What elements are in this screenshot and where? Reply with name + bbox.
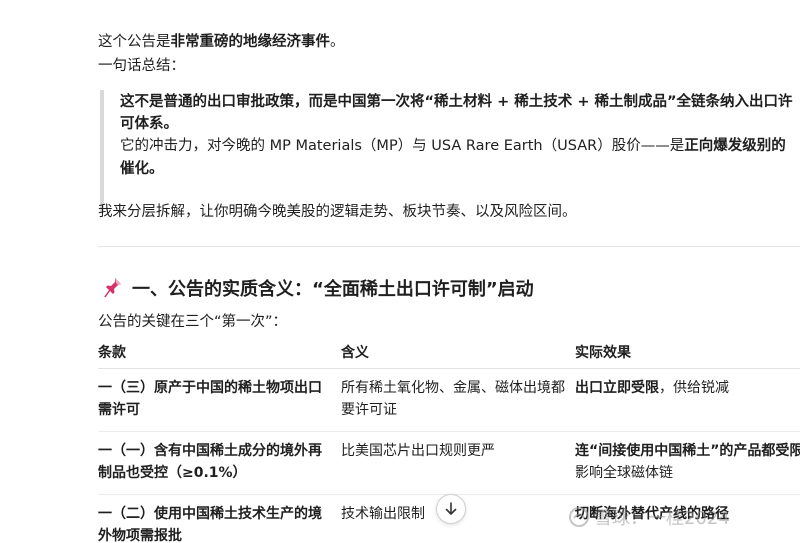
outro-text: 我来分层拆解，让你明确今晚美股的逻辑走势、板块节奏、以及风险区间。 xyxy=(98,204,577,220)
section-subtitle: 公告的关键在三个“第一次”： xyxy=(98,314,288,330)
table-row: 一（三）原产于中国的稀土物项出口 需许可 所有稀土氧化物、金属、磁体出境都 要许… xyxy=(98,369,800,432)
clause-line: 需许可 xyxy=(98,402,140,418)
clause-cell: 一（一）含有中国稀土成分的境外再 制品也受控（≥0.1%） xyxy=(98,440,322,484)
meaning-cell: 技术输出限制 xyxy=(341,503,425,525)
intro-line-2: 一句话总结： xyxy=(98,58,185,74)
effect-cell: 出口立即受限，供给锐减 xyxy=(575,377,729,399)
clause-line: 一（三）原产于中国的稀土物项出口 xyxy=(98,380,322,396)
quote-bold-line-4: 催化。 xyxy=(120,161,164,177)
quote-line-3: 它的冲击力，对今晚的 MP Materials（MP）与 USA Rare Ea… xyxy=(120,134,786,158)
section-divider xyxy=(98,246,800,247)
meaning-line: 所有稀土氧化物、金属、磁体出境都 xyxy=(341,380,565,396)
clause-line: 一（二）使用中国稀土技术生产的境 xyxy=(98,506,322,522)
header-effect: 实际效果 xyxy=(575,345,631,361)
quote-line-3-text: 它的冲击力，对今晚的 MP Materials（MP）与 USA Rare Ea… xyxy=(120,138,685,154)
quote-bold-line-1: 这不是普通的出口审批政策，而是中国第一次将“稀土材料 + 稀土技术 + 稀土制成… xyxy=(120,94,793,110)
clause-line: 外物项需报批 xyxy=(98,528,182,543)
snowball-logo-icon xyxy=(569,507,589,527)
effect-emphasis: 出口立即受限 xyxy=(575,380,659,396)
section-title: 一、公告的实质含义：“全面稀土出口许可制”启动 xyxy=(132,279,534,300)
quote-bold-line-2: 可体系。 xyxy=(120,116,178,132)
summary-blockquote: 这不是普通的出口审批政策，而是中国第一次将“稀土材料 + 稀土技术 + 稀土制成… xyxy=(100,90,800,212)
header-meaning: 含义 xyxy=(341,345,369,361)
section-heading: 一、公告的实质含义：“全面稀土出口许可制”启动 xyxy=(102,274,534,302)
effect-emphasis: 连“间接使用中国稀土”的产品都受限 xyxy=(575,443,800,459)
table-row: 一（一）含有中国稀土成分的境外再 制品也受控（≥0.1%） 比美国芯片出口规则更… xyxy=(98,432,800,495)
meaning-line: 比美国芯片出口规则更严 xyxy=(341,443,495,459)
clause-line: 一（一）含有中国稀土成分的境外再 xyxy=(98,443,322,459)
clause-line: 制品也受控（≥0.1%） xyxy=(98,465,247,481)
watermark-text: 雪球：一桂2024 xyxy=(594,508,730,529)
intro-emphasis: 非常重磅的地缘经济事件 xyxy=(170,34,331,50)
effect-cell: 连“间接使用中国稀土”的产品都受限， 影响全球磁体链 xyxy=(575,440,800,484)
intro-prefix: 这个公告是 xyxy=(98,34,171,50)
watermark: 雪球：一桂2024 xyxy=(568,504,730,530)
table-header: 条款 含义 实际效果 xyxy=(98,338,800,369)
meaning-line: 技术输出限制 xyxy=(341,506,425,522)
clause-cell: 一（二）使用中国稀土技术生产的境 外物项需报批 xyxy=(98,503,322,543)
meaning-cell: 比美国芯片出口规则更严 xyxy=(341,440,495,462)
scroll-to-bottom-button[interactable] xyxy=(436,494,466,524)
article-page: 这个公告是非常重磅的地缘经济事件。 一句话总结： 这不是普通的出口审批政策，而是… xyxy=(0,0,800,543)
arrow-down-icon xyxy=(445,502,457,515)
intro-line-1: 这个公告是非常重磅的地缘经济事件。 xyxy=(98,30,345,54)
meaning-line: 要许可证 xyxy=(341,402,397,418)
quote-line-3-emphasis: 正向爆发级别的 xyxy=(684,138,786,154)
intro-suffix: 。 xyxy=(330,34,345,50)
effect-line: 影响全球磁体链 xyxy=(575,465,673,481)
clause-cell: 一（三）原产于中国的稀土物项出口 需许可 xyxy=(98,377,322,421)
header-clause: 条款 xyxy=(98,345,126,361)
effect-rest: ，供给锐减 xyxy=(659,380,729,396)
pushpin-icon xyxy=(104,278,121,298)
effect-line: 出口立即受限，供给锐减 xyxy=(575,377,729,399)
effect-line: 连“间接使用中国稀土”的产品都受限， xyxy=(575,440,800,462)
meaning-cell: 所有稀土氧化物、金属、磁体出境都 要许可证 xyxy=(341,377,565,421)
